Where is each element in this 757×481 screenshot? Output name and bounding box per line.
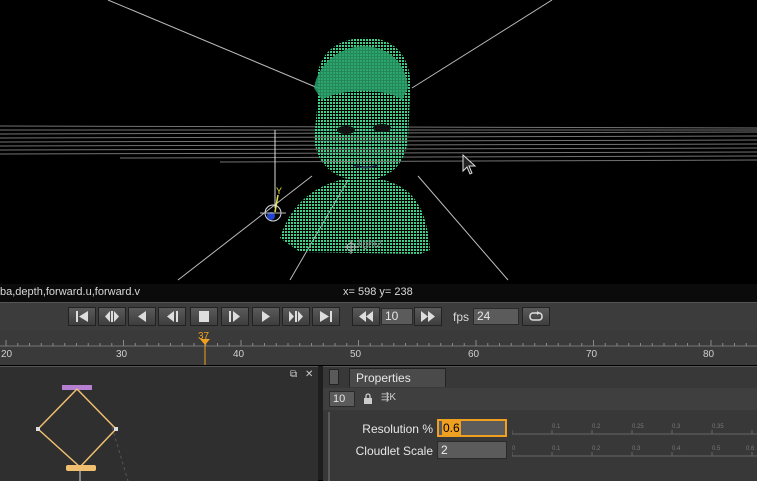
cloudlet-slider-tick: 0.3 bbox=[632, 446, 641, 452]
loop-icon bbox=[529, 311, 543, 321]
tick-label: 20 bbox=[1, 349, 13, 360]
step-increment-field[interactable]: 10 bbox=[381, 308, 413, 325]
tick-label: 70 bbox=[586, 349, 598, 360]
step-forward-icon bbox=[229, 311, 240, 322]
prev-keyframe-icon bbox=[105, 311, 119, 322]
pointcloud-head bbox=[280, 37, 430, 254]
properties-panel: Properties 10 ⇶K Resolution % 0.6 0.1 0.… bbox=[323, 366, 757, 481]
play-reverse-icon bbox=[138, 311, 146, 322]
node-bottom[interactable] bbox=[66, 465, 96, 471]
step-forward-button[interactable] bbox=[221, 307, 249, 326]
tick-label: 80 bbox=[703, 349, 715, 360]
timeline-ruler[interactable]: 37 20 30 40 50 60 70 80 bbox=[0, 331, 757, 365]
resolution-row: Resolution % 0.6 0.1 0.2 0.25 0.3 0.35 bbox=[323, 419, 757, 439]
resolution-field[interactable]: 0.6 bbox=[437, 419, 507, 437]
stop-icon bbox=[199, 311, 209, 322]
resolution-slider-tick: 0.2 bbox=[592, 424, 601, 430]
next-keyframe-icon bbox=[289, 311, 303, 322]
cloudlet-scale-row: Cloudlet Scale 2 0 0.1 0.2 0.3 0.4 0.5 0… bbox=[323, 441, 757, 461]
tab-properties[interactable]: Properties bbox=[349, 368, 446, 387]
viewer-viewport[interactable]: Y light2 bbox=[0, 0, 757, 284]
resolution-label: Resolution % bbox=[362, 422, 433, 436]
frame-field[interactable]: 10 bbox=[329, 391, 355, 407]
axis-gizmo[interactable] bbox=[260, 130, 286, 222]
cloudlet-slider-tick: 0.6 bbox=[746, 446, 755, 452]
resolution-slider-tick: 0.3 bbox=[672, 424, 681, 430]
fps-label: fps bbox=[453, 310, 470, 324]
cloudlet-slider-tick: 0.4 bbox=[672, 446, 681, 452]
cursor-coords: x= 598 y= 238 bbox=[343, 286, 413, 298]
cloudlet-slider-tick: 0.5 bbox=[712, 446, 721, 452]
skip-forward-button[interactable] bbox=[414, 307, 442, 326]
cloudlet-scale-slider[interactable]: 0 0.1 0.2 0.3 0.4 0.5 0.6 bbox=[512, 442, 757, 460]
first-frame-icon bbox=[76, 311, 88, 322]
next-keyframe-button[interactable] bbox=[282, 307, 310, 326]
cloudlet-slider-tick: 0.1 bbox=[552, 446, 561, 452]
resolution-slider[interactable]: 0.1 0.2 0.25 0.3 0.35 bbox=[512, 420, 757, 438]
play-reverse-button[interactable] bbox=[128, 307, 156, 326]
node-graph bbox=[36, 385, 129, 481]
fps-field[interactable]: 24 bbox=[473, 308, 519, 325]
light-label: light2 bbox=[358, 239, 382, 250]
expand-icon[interactable]: ⇶K bbox=[381, 392, 396, 403]
lock-icon[interactable] bbox=[363, 393, 373, 405]
properties-toolbar: 10 ⇶K bbox=[323, 388, 757, 410]
resolution-slider-tick: 0.35 bbox=[712, 424, 724, 430]
axis-y-label: Y bbox=[276, 186, 282, 196]
loop-button[interactable] bbox=[522, 307, 550, 326]
step-back-icon bbox=[167, 311, 178, 322]
last-frame-button[interactable] bbox=[312, 307, 340, 326]
mouse-cursor-icon bbox=[462, 153, 477, 175]
tick-label: 40 bbox=[233, 349, 245, 360]
play-icon bbox=[262, 311, 270, 322]
stop-button[interactable] bbox=[190, 307, 218, 326]
cloudlet-slider-tick: 0.2 bbox=[592, 446, 601, 452]
skip-back-icon bbox=[359, 311, 373, 322]
cloudlet-scale-label: Cloudlet Scale bbox=[355, 444, 433, 458]
current-frame-label: 37 bbox=[198, 331, 210, 342]
step-back-button[interactable] bbox=[158, 307, 186, 326]
transport-bar: 10 fps 24 bbox=[0, 302, 757, 331]
tick-label: 60 bbox=[468, 349, 480, 360]
timeline-ticks bbox=[0, 339, 757, 365]
node-graph-panel[interactable]: ⧉ ✕ bbox=[0, 366, 318, 481]
skip-forward-icon bbox=[421, 311, 435, 322]
close-panel-icon[interactable]: ✕ bbox=[305, 369, 313, 380]
tick-label: 50 bbox=[350, 349, 362, 360]
play-button[interactable] bbox=[252, 307, 280, 326]
resolution-value: 0.6 bbox=[442, 421, 461, 435]
prev-keyframe-button[interactable] bbox=[98, 307, 126, 326]
resolution-slider-tick: 0.25 bbox=[632, 424, 644, 430]
channels-readout: ba,depth,forward.u,forward.v bbox=[0, 286, 141, 298]
cloudlet-slider-tick: 0 bbox=[512, 446, 516, 452]
tick-label: 30 bbox=[116, 349, 128, 360]
cloudlet-scale-field[interactable]: 2 bbox=[437, 441, 507, 459]
resolution-slider-tick: 0.1 bbox=[552, 424, 561, 430]
first-frame-button[interactable] bbox=[68, 307, 96, 326]
viewer-status-bar: ba,depth,forward.u,forward.v x= 598 y= 2… bbox=[0, 284, 757, 302]
float-panel-icon[interactable]: ⧉ bbox=[290, 369, 297, 380]
skip-back-button[interactable] bbox=[352, 307, 380, 326]
tab-handle[interactable] bbox=[329, 369, 339, 385]
last-frame-icon bbox=[320, 311, 332, 322]
